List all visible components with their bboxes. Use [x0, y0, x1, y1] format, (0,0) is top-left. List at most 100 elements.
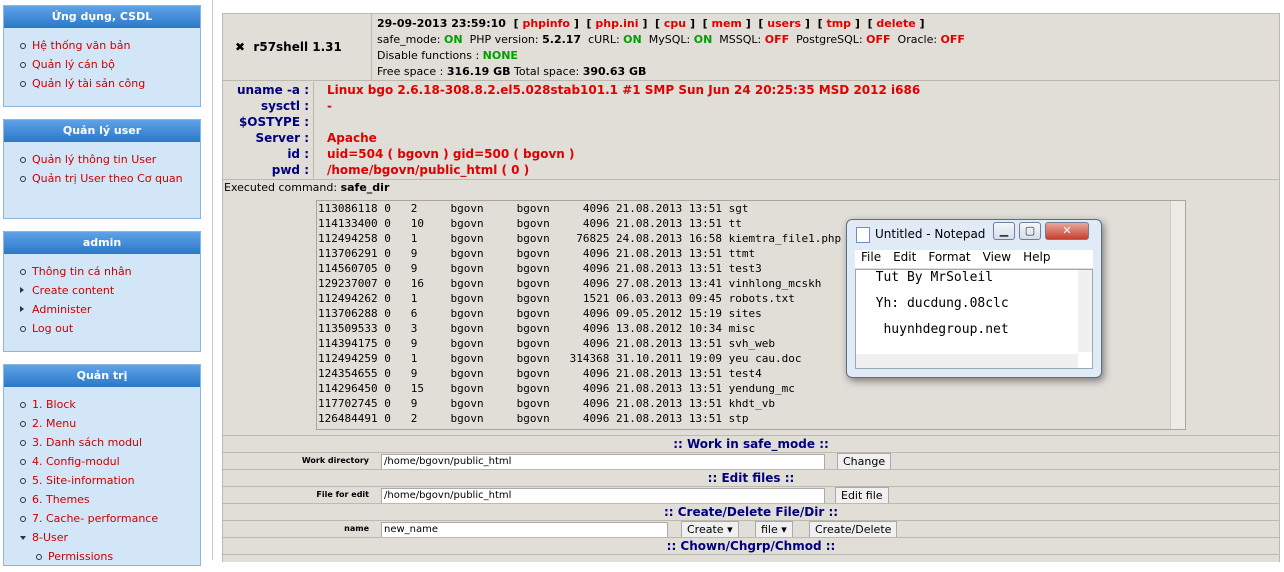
value-uname: Linux bgo 2.6.18-308.8.2.el5.028stab101.…: [327, 83, 921, 97]
block-ung-dung: Ứng dụng, CSDL Hệ thống văn bản Quản lý …: [3, 5, 201, 107]
chown-form: [223, 554, 1279, 562]
notepad-menubar: File Edit Format View Help: [855, 250, 1093, 269]
sidebar-item-can-bo[interactable]: Quản lý cán bộ: [20, 55, 200, 74]
chevron-down-icon: ▾: [781, 523, 787, 536]
sidebar-item-user[interactable]: 8-User: [20, 528, 200, 547]
notepad-horizontal-scrollbar[interactable]: [856, 354, 1078, 368]
sidebar-item-create-content[interactable]: Create content: [20, 281, 200, 300]
exec-label: Executed command:: [224, 181, 338, 194]
notepad-line: Tut By MrSoleil: [860, 270, 994, 285]
listing-row: 117702745 0 9 bgovn bgovn 4096 21.08.201…: [318, 397, 775, 410]
menu-file[interactable]: File: [861, 250, 881, 264]
total-value: 390.63 GB: [582, 65, 647, 78]
oracle-value: OFF: [940, 33, 965, 46]
type-select[interactable]: file ▾: [755, 521, 793, 538]
sidebar-item-van-ban[interactable]: Hệ thống văn bản: [20, 36, 200, 55]
block-quan-ly-user: Quản lý user Quản lý thông tin User Quản…: [3, 119, 201, 219]
create-delete-button[interactable]: Create/Delete: [809, 521, 898, 538]
section-safe-mode: :: Work in safe_mode ::: [223, 435, 1279, 452]
menu-format[interactable]: Format: [928, 250, 970, 264]
server-capabilities: safe_mode: ON PHP version: 5.2.17 cURL: …: [377, 32, 1277, 48]
link-tmp[interactable]: tmp: [826, 17, 851, 30]
listing-row: 126484491 0 2 bgovn bgovn 4096 21.08.201…: [318, 412, 749, 425]
change-button[interactable]: Change: [837, 453, 892, 470]
value-sysctl: -: [327, 99, 332, 113]
name-label: name: [344, 524, 369, 533]
value-pwd: /home/bgovn/public_html ( 0 ): [327, 163, 530, 177]
edit-form: File for edit /home/bgovn/public_html Ed…: [223, 486, 1279, 504]
edit-file-button[interactable]: Edit file: [835, 487, 889, 504]
sidebar-item-cache[interactable]: 7. Cache- performance: [20, 509, 200, 528]
pgsql-value: OFF: [866, 33, 891, 46]
curl-value: ON: [623, 33, 642, 46]
block-title: Quản lý user: [4, 120, 200, 142]
disable-label: Disable functions :: [377, 49, 480, 62]
value-id: uid=504 ( bgovn ) gid=500 ( bgovn ): [327, 147, 575, 161]
free-value: 316.19 GB: [446, 65, 511, 78]
sidebar-item-block[interactable]: 1. Block: [20, 395, 200, 414]
notepad-vertical-scrollbar[interactable]: [1078, 270, 1092, 352]
minimize-button[interactable]: ▁: [993, 222, 1015, 240]
label-sysctl: sysctl :: [260, 99, 309, 113]
sidebar-item-administer[interactable]: Administer: [20, 300, 200, 319]
link-cpu[interactable]: cpu: [664, 17, 686, 30]
sidebar-item-tai-san[interactable]: Quản lý tài sản công: [20, 74, 200, 93]
shell-toolbar: 29-09-2013 23:59:10 [ phpinfo ] [ php.in…: [377, 17, 925, 30]
section-edit-files: :: Edit files ::: [223, 469, 1279, 486]
sidebar-item-menu[interactable]: 2. Menu: [20, 414, 200, 433]
workdir-input[interactable]: /home/bgovn/public_html: [381, 454, 825, 470]
php-label: PHP version:: [469, 33, 539, 46]
maximize-button[interactable]: ▢: [1019, 222, 1041, 240]
shell-panel: ✖ r57shell 1.31 29-09-2013 23:59:10 [ ph…: [222, 13, 1280, 562]
info-labels: uname -a : sysctl : $OSTYPE : Server : i…: [223, 82, 314, 179]
notepad-icon: [856, 227, 870, 243]
shell-title: ✖ r57shell 1.31: [235, 40, 342, 54]
block-title: admin: [4, 232, 200, 254]
create-select-value: Create: [687, 523, 724, 536]
sidebar-item-config-modul[interactable]: 4. Config-modul: [20, 452, 200, 471]
block-quan-tri: Quản trị 1. Block 2. Menu 3. Danh sách m…: [3, 364, 201, 566]
sidebar-item-thong-tin-user[interactable]: Quản lý thông tin User: [20, 150, 200, 169]
mysql-value: ON: [693, 33, 713, 46]
workdir-form: Work directory /home/bgovn/public_html C…: [223, 452, 1279, 470]
listing-row: 113086118 0 2 bgovn bgovn 4096 21.08.201…: [318, 202, 749, 215]
link-phpinfo[interactable]: phpinfo: [522, 17, 570, 30]
disk-space: Free space : 316.19 GB Total space: 390.…: [377, 64, 1277, 80]
name-input[interactable]: new_name: [381, 522, 668, 538]
pgsql-label: PostgreSQL:: [796, 33, 863, 46]
menu-help[interactable]: Help: [1023, 250, 1050, 264]
sidebar-item-log-out[interactable]: Log out: [20, 319, 200, 338]
label-server: Server :: [255, 131, 309, 145]
menu-edit[interactable]: Edit: [893, 250, 916, 264]
notepad-title: Untitled - Notepad: [875, 227, 986, 241]
curl-label: cURL:: [588, 33, 620, 46]
sidebar-item-thong-tin-ca-nhan[interactable]: Thông tin cá nhân: [20, 262, 200, 281]
notepad-line: huynhdegroup.net: [860, 322, 1009, 337]
section-chown: :: Chown/Chgrp/Chmod ::: [223, 537, 1279, 554]
create-select[interactable]: Create ▾: [681, 521, 739, 538]
mysql-label: MySQL:: [648, 33, 691, 46]
link-mem[interactable]: mem: [711, 17, 741, 30]
block-admin: admin Thông tin cá nhân Create content A…: [3, 231, 201, 352]
sidebar-item-danh-sach-modul[interactable]: 3. Danh sách modul: [20, 433, 200, 452]
menu-view[interactable]: View: [983, 250, 1011, 264]
sidebar-item-site-information[interactable]: 5. Site-information: [20, 471, 200, 490]
disable-functions: Disable functions : NONE: [377, 48, 1277, 64]
listing-row: 114296450 0 15 bgovn bgovn 4096 21.08.20…: [318, 382, 795, 395]
shell-status: 29-09-2013 23:59:10 [ phpinfo ] [ php.in…: [377, 16, 1277, 80]
sidebar-item-quan-tri-user[interactable]: Quản trị User theo Cơ quan: [20, 169, 200, 187]
notepad-window[interactable]: Untitled - Notepad ▁ ▢ ✕ File Edit Format V…: [846, 219, 1102, 378]
sidebar-item-permissions[interactable]: Permissions: [20, 547, 200, 566]
link-delete[interactable]: delete: [876, 17, 915, 30]
notepad-text-area[interactable]: Tut By MrSoleil Yh: ducdung.08clc huynhd…: [855, 269, 1093, 369]
sidebar-item-themes[interactable]: 6. Themes: [20, 490, 200, 509]
link-phpini[interactable]: php.ini: [595, 17, 638, 30]
output-scrollbar[interactable]: [1170, 201, 1185, 429]
shell-header: ✖ r57shell 1.31 29-09-2013 23:59:10 [ ph…: [223, 14, 1279, 81]
free-label: Free space :: [377, 65, 444, 78]
close-button[interactable]: ✕: [1045, 222, 1089, 240]
safe-mode-value: ON: [444, 33, 463, 46]
file-edit-input[interactable]: /home/bgovn/public_html: [381, 488, 825, 504]
link-users[interactable]: users: [767, 17, 801, 30]
type-select-value: file: [761, 523, 778, 536]
